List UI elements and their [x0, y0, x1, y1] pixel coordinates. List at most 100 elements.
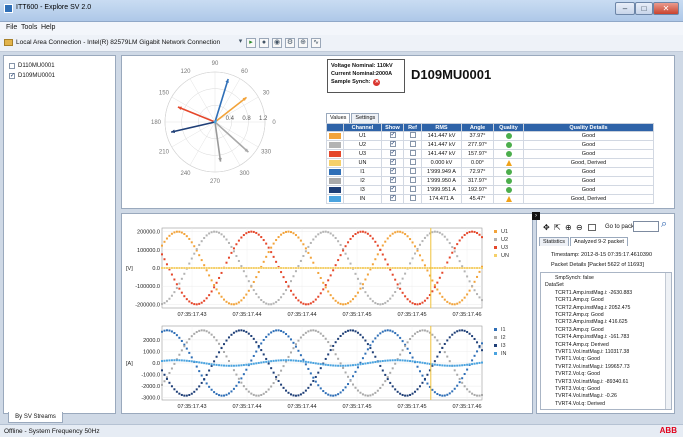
data-point	[342, 364, 345, 367]
channel-name: U1	[343, 131, 382, 141]
tree-item[interactable]: TCRT4.Amp.q: Derived	[555, 342, 609, 348]
table-row[interactable]: U2 141.447 kV277.97° Good	[326, 140, 654, 150]
data-point	[193, 303, 196, 306]
zoom-in-icon[interactable]: ⊕	[565, 223, 572, 232]
data-point	[307, 386, 310, 389]
goto-packet-input[interactable]	[633, 221, 659, 232]
data-point	[418, 267, 421, 269]
stream-checkbox[interactable]	[9, 63, 15, 69]
data-point	[161, 244, 163, 247]
menu-file[interactable]: File	[6, 24, 17, 31]
tree-item[interactable]: TCRT3.Amp.q: Good	[555, 327, 604, 333]
menu-help[interactable]: Help	[41, 24, 55, 31]
data-point	[247, 332, 250, 335]
tree-item[interactable]: TCRT2.Amp.instMag.i: 2052.475	[555, 305, 630, 311]
ref-checkbox[interactable]	[403, 167, 422, 177]
ref-checkbox[interactable]	[403, 140, 422, 150]
stream-item-d109mu0001[interactable]: D109MU0001	[9, 72, 55, 79]
data-point	[329, 349, 332, 352]
tree-item[interactable]: TCRT4.Amp.instMag.i: -161.783	[555, 334, 629, 340]
col-ref[interactable]: Ref	[403, 123, 422, 132]
tree-item[interactable]: TCRT2.Amp.q: Good	[555, 312, 604, 318]
ref-checkbox[interactable]	[403, 194, 422, 204]
tree-item[interactable]: TVRT4.Vol.q: Derived	[555, 401, 605, 407]
table-row[interactable]: U1 141.447 kV37.97° Good	[326, 131, 654, 141]
zoom-box-icon[interactable]	[588, 224, 596, 231]
tree-item[interactable]: TVRT2.Vol.instMag.i: 199657.73	[555, 364, 630, 370]
table-row[interactable]: U3 141.447 kV157.97° Good	[326, 149, 654, 159]
data-point	[344, 386, 347, 389]
ref-checkbox[interactable]	[403, 149, 422, 159]
tree-item[interactable]: TVRT1.Vol.instMag.i: 110317.38	[555, 349, 629, 355]
tab-values[interactable]: Values	[326, 113, 351, 123]
data-point	[161, 267, 163, 269]
stream-checkbox[interactable]	[9, 72, 15, 79]
dropdown-arrow-icon[interactable]: ▾	[237, 38, 244, 48]
data-point	[237, 267, 240, 269]
stream-item-d110mu0001[interactable]: D110MU0001	[9, 63, 55, 69]
packet-tree[interactable]: SmpSynch: false DataSet TCRT1.Amp.instMag.…	[540, 272, 672, 410]
show-checkbox[interactable]	[381, 194, 404, 204]
connection-select[interactable]: Local Area Connection - Intel(R) 82579LM…	[16, 39, 220, 46]
data-point	[371, 361, 374, 364]
table-row[interactable]: I2 1'999.950 A317.97° Good	[326, 176, 654, 186]
stop-capture-icon[interactable]: ●	[259, 38, 269, 48]
settings-icon[interactable]: ⚙	[285, 38, 295, 48]
quality-good-icon	[493, 149, 524, 159]
ref-checkbox[interactable]	[403, 176, 422, 186]
menu-tools[interactable]: Tools	[21, 24, 37, 31]
table-row[interactable]: I3 1'999.951 A192.97° Good	[326, 185, 654, 195]
col-rms[interactable]: RMS	[421, 123, 462, 132]
tree-scrollbar[interactable]	[665, 273, 671, 409]
col-quality-details[interactable]: Quality Details	[523, 123, 654, 132]
ref-checkbox[interactable]	[403, 158, 422, 168]
maximize-button[interactable]: □	[635, 2, 653, 15]
data-point	[359, 333, 362, 336]
expand-panel-icon[interactable]: ›	[532, 212, 540, 220]
tree-node-dataset[interactable]: DataSet	[545, 282, 564, 288]
waveform-view-icon[interactable]: ∿	[311, 38, 321, 48]
col-angle[interactable]: Angle	[461, 123, 494, 132]
table-row[interactable]: IN 174.471 A45.47° Good, Derived	[326, 194, 654, 204]
channel-color-swatch	[326, 176, 344, 186]
record-icon[interactable]: ◉	[272, 38, 282, 48]
data-point	[232, 364, 235, 367]
data-point	[255, 292, 258, 295]
zoom-out-icon[interactable]: ⊖	[576, 223, 583, 232]
tree-item[interactable]: TVRT3.Vol.q: Good	[555, 386, 600, 392]
tree-item[interactable]: SmpSynch: false	[555, 275, 594, 281]
ref-checkbox[interactable]	[403, 131, 422, 141]
tab-by-sv-streams[interactable]: By SV Streams	[8, 412, 63, 423]
data-point	[379, 364, 382, 367]
tree-item[interactable]: TVRT4.Vol.instMag.i: -0.26	[555, 393, 617, 399]
data-point	[285, 289, 288, 292]
search-icon[interactable]: ⌕	[661, 218, 667, 231]
tab-statistics[interactable]: Statistics	[539, 237, 570, 246]
tree-item[interactable]: TVRT1.Vol.q: Good	[555, 356, 600, 362]
tree-item[interactable]: TCRT1.Amp.q: Good	[555, 297, 604, 303]
tab-settings[interactable]: Settings	[351, 113, 380, 123]
table-row[interactable]: UN 0.000 kV0.00° Good, Derived	[326, 158, 654, 168]
table-row[interactable]: I1 1'999.949 A72.97° Good	[326, 167, 654, 177]
polar-ring-label: 1.2	[259, 116, 268, 122]
pan-icon[interactable]: ✥	[543, 223, 550, 232]
data-point	[200, 240, 203, 243]
tab-analyzed-packet[interactable]: Analyzed 9-2 packet	[570, 237, 628, 246]
close-button[interactable]: ✕	[653, 2, 679, 15]
data-point	[476, 394, 479, 397]
col-channel[interactable]: Channel	[343, 123, 382, 132]
tree-item[interactable]: TVRT2.Vol.q: Good	[555, 371, 600, 377]
data-point	[242, 385, 245, 388]
phasor-view-icon[interactable]: ⊕	[298, 38, 308, 48]
data-point	[175, 390, 178, 393]
data-point	[433, 360, 436, 363]
select-icon[interactable]: ⇱	[554, 223, 561, 232]
minimize-button[interactable]: –	[615, 2, 635, 15]
tree-item[interactable]: TCRT1.Amp.instMag.i: -2630.883	[555, 290, 632, 296]
ref-checkbox[interactable]	[403, 185, 422, 195]
tree-item[interactable]: TCRT3.Amp.instMag.i: 416.625	[555, 319, 628, 325]
phasor-diagram: 0.4 0.8 1.29060300330300270240210180150120	[151, 61, 276, 185]
tree-item[interactable]: TVRT3.Vol.instMag.i: -89340.61	[555, 379, 628, 385]
start-capture-icon[interactable]: ▸	[246, 38, 256, 48]
col-quality[interactable]: Quality	[493, 123, 524, 132]
